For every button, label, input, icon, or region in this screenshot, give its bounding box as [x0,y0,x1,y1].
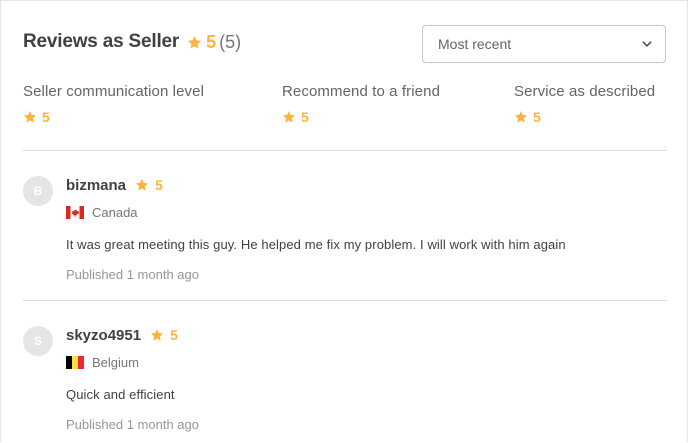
breakdown-item-communication: Seller communication level 5 [23,83,204,125]
breakdown-score: 5 [42,109,50,125]
star-icon [282,110,296,124]
overall-rating: 5 [206,31,217,52]
reviews-header: Reviews as Seller 5 (5) [23,31,241,53]
reviews-title: Reviews as Seller [23,31,180,52]
reviewer-username[interactable]: bizmana [66,177,126,194]
star-icon [23,110,37,124]
reviewer-country: Belgium [92,354,139,370]
sort-selected-value: Most recent [438,36,512,52]
review-rating: 5 [155,177,163,193]
breakdown-item-recommend: Recommend to a friend 5 [282,83,440,125]
breakdown-label: Recommend to a friend [282,83,441,100]
reviewer-username[interactable]: skyzo4951 [66,327,141,344]
breakdown-score: 5 [533,109,541,125]
star-icon [514,110,528,124]
star-icon [150,328,164,342]
review-comment: Quick and efficient [66,387,175,402]
star-icon [187,35,202,50]
review-rating: 5 [170,327,178,343]
review-published-date: Published 1 month ago [66,417,199,432]
breakdown-label: Service as described [514,83,656,100]
review-count: (5) [219,31,242,52]
avatar[interactable]: B [23,176,53,206]
rating-breakdown: Seller communication level 5 Recommend t… [1,83,687,133]
divider [23,150,667,151]
reviewer-country: Canada [92,204,138,220]
chevron-down-icon [641,38,653,50]
breakdown-score: 5 [301,109,309,125]
belgium-flag-icon [66,355,84,369]
review-published-date: Published 1 month ago [66,267,199,282]
canada-flag-icon [66,205,84,219]
breakdown-label: Seller communication level [23,83,205,100]
divider [23,300,667,301]
seller-reviews-panel: Reviews as Seller 5 (5) Most recent Sell… [0,0,688,442]
breakdown-item-service: Service as described 5 [514,83,655,125]
review-comment: It was great meeting this guy. He helped… [66,237,566,252]
sort-dropdown[interactable]: Most recent [422,25,666,63]
star-icon [135,178,149,192]
avatar[interactable]: S [23,326,53,356]
